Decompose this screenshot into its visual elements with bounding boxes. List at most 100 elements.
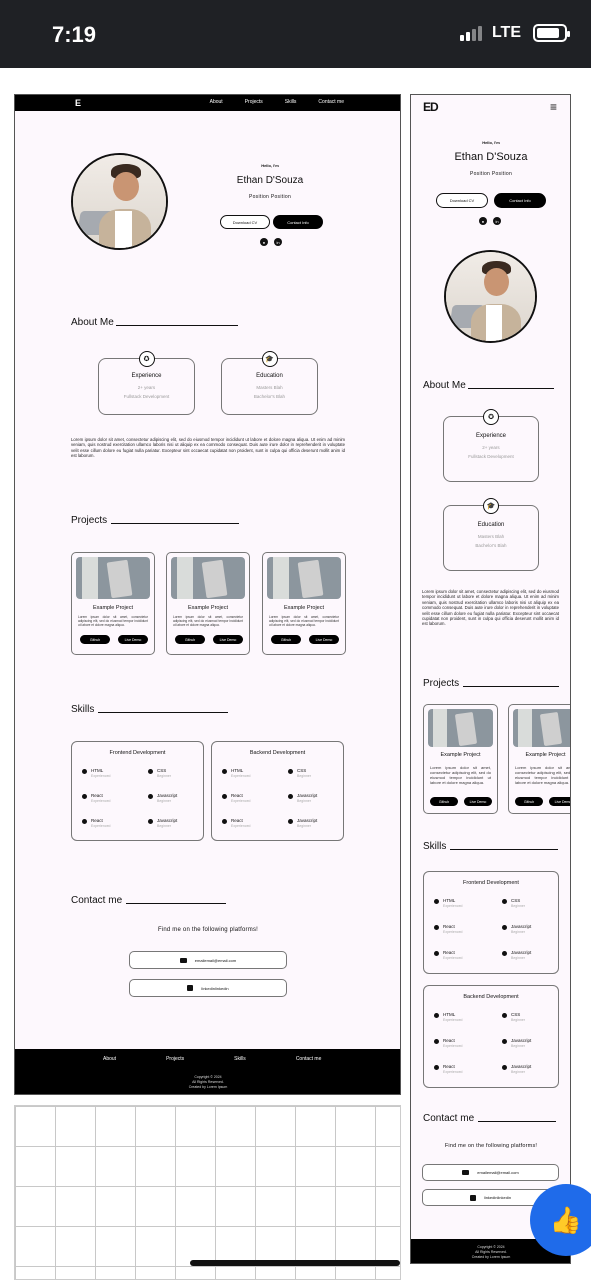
signal-icon: [459, 25, 482, 41]
project-card: Example Project Lorem ipsum dolor sit am…: [71, 552, 155, 655]
skill-item: HTML Experienced: [434, 898, 462, 908]
social-links: ● in: [260, 238, 282, 246]
skill-item: CSS Beginner: [148, 768, 171, 778]
project-image: [428, 709, 493, 747]
skill-item: React Experienced: [222, 818, 250, 828]
status-icons: LTE: [459, 24, 570, 42]
nav-links: About Projects Skills Contact me: [210, 99, 344, 105]
home-indicator: [190, 1260, 400, 1266]
footer: About Projects Skills Contact me Copyrig…: [15, 1049, 400, 1094]
top-nav: E About Projects Skills Contact me: [15, 95, 400, 111]
nav-skills[interactable]: Skills: [285, 99, 297, 105]
github-button[interactable]: Github: [175, 635, 205, 644]
contact-subtitle: Find me on the following platforms!: [157, 927, 259, 933]
project-image: [171, 557, 245, 599]
logo[interactable]: E: [75, 98, 81, 108]
skill-item: HTML Experienced: [222, 768, 250, 778]
grid-frame: [14, 1105, 401, 1280]
contact-title: Contact me: [71, 895, 227, 906]
linkedin-icon[interactable]: in: [274, 238, 282, 246]
email-link[interactable]: emailemail@email.com: [422, 1164, 559, 1181]
hello-text: Hello, I'm: [261, 163, 279, 168]
education-card: 🎓 Education Masters Blah Bachelor's Blah: [221, 351, 318, 415]
frontend-skills-card: Frontend Development HTML Experienced CSS…: [423, 871, 559, 974]
live-demo-button[interactable]: Live Demo: [118, 635, 148, 644]
desktop-frame: E About Projects Skills Contact me Hello…: [14, 94, 401, 1095]
profile-name: Ethan D'Souza: [454, 151, 528, 163]
skill-item: Javascript Beginner: [502, 1064, 531, 1074]
footer-links: About Projects Skills Contact me: [103, 1056, 321, 1062]
award-icon: ✪: [483, 409, 499, 425]
skill-item: React Experienced: [434, 950, 462, 960]
about-text: Lorem ipsum dolor sit amet, consectetur …: [71, 437, 345, 459]
contact-subtitle: Find me on the following platforms!: [444, 1143, 538, 1149]
design-canvas: E About Projects Skills Contact me Hello…: [0, 68, 591, 1280]
social-links: ● in: [479, 217, 501, 225]
skill-item: Javascript Beginner: [502, 924, 531, 934]
skill-item: Javascript Beginner: [288, 793, 317, 803]
contact-info-button[interactable]: Contact Info: [273, 215, 323, 229]
project-card: Example Project Lorem ipsum dolor sit am…: [423, 704, 498, 814]
about-title: About Me: [423, 380, 554, 391]
linkedin-link[interactable]: linkedinlinkedin: [129, 979, 287, 997]
project-image: [76, 557, 150, 599]
github-button[interactable]: Github: [271, 635, 301, 644]
project-card: Example Project Lorem ipsum dolor sit am…: [508, 704, 570, 814]
linkedin-icon: [187, 985, 194, 991]
live-demo-button[interactable]: Live Demo: [309, 635, 339, 644]
footer-projects[interactable]: Projects: [166, 1056, 184, 1062]
projects-title: Projects: [423, 678, 560, 689]
download-cv-button[interactable]: Download CV: [436, 193, 488, 208]
skill-item: Javascript Beginner: [502, 1038, 531, 1048]
profile-position: Position Position: [469, 171, 513, 177]
hello-text: Hello, I'm: [482, 140, 500, 145]
about-text: Lorem ipsum dolor sit amet, consectetur …: [422, 589, 559, 627]
battery-icon: [533, 24, 570, 42]
nav-projects[interactable]: Projects: [245, 99, 263, 105]
skill-item: HTML Experienced: [434, 1012, 462, 1022]
github-button[interactable]: Github: [515, 797, 543, 806]
backend-skills-card: Backend Development HTML Experienced CSS B…: [211, 741, 344, 841]
github-button[interactable]: Github: [430, 797, 458, 806]
skills-title: Skills: [71, 704, 229, 715]
avatar: [71, 153, 168, 250]
project-image: [513, 709, 570, 747]
copyright: Copyright © 2024 All Rights Reserved. Cr…: [188, 1075, 228, 1089]
linkedin-icon: [469, 1194, 476, 1201]
copyright: Copyright © 2024 All Rights Reserved. Cr…: [471, 1245, 511, 1259]
skill-item: Javascript Beginner: [148, 793, 177, 803]
skill-item: HTML Experienced: [82, 768, 110, 778]
footer-skills[interactable]: Skills: [234, 1056, 246, 1062]
skill-item: CSS Beginner: [502, 898, 525, 908]
profile-position: Position Position: [248, 194, 292, 200]
live-demo-button[interactable]: Live Demo: [549, 797, 570, 806]
footer-contact[interactable]: Contact me: [296, 1056, 322, 1062]
linkedin-icon[interactable]: in: [493, 217, 501, 225]
nav-contact[interactable]: Contact me: [318, 99, 344, 105]
menu-icon[interactable]: ≡: [550, 100, 557, 114]
avatar: [444, 250, 537, 343]
projects-title: Projects: [71, 515, 240, 526]
github-button[interactable]: Github: [80, 635, 110, 644]
experience-card: ✪ Experience 2+ years Fullstack Developm…: [98, 351, 195, 415]
live-demo-button[interactable]: Live Demo: [464, 797, 492, 806]
live-demo-button[interactable]: Live Demo: [213, 635, 243, 644]
clock: 7:19: [52, 22, 97, 47]
nav-about[interactable]: About: [210, 99, 223, 105]
github-icon[interactable]: ●: [260, 238, 268, 246]
skills-title: Skills: [423, 841, 559, 852]
github-icon[interactable]: ●: [479, 217, 487, 225]
contact-info-button[interactable]: Contact Info: [494, 193, 546, 208]
skill-item: React Experienced: [434, 1038, 462, 1048]
award-icon: ✪: [138, 351, 155, 367]
logo[interactable]: ED: [423, 100, 439, 114]
download-cv-button[interactable]: Download CV: [220, 215, 270, 229]
network-label: LTE: [491, 24, 521, 41]
skill-item: React Experienced: [82, 818, 110, 828]
skill-item: Javascript Beginner: [148, 818, 177, 828]
email-link[interactable]: emailemail@email.com: [129, 951, 287, 969]
skill-item: Javascript Beginner: [502, 950, 531, 960]
footer-about[interactable]: About: [103, 1056, 116, 1062]
skill-item: CSS Beginner: [288, 768, 311, 778]
project-card: Example Project Lorem ipsum dolor sit am…: [262, 552, 346, 655]
